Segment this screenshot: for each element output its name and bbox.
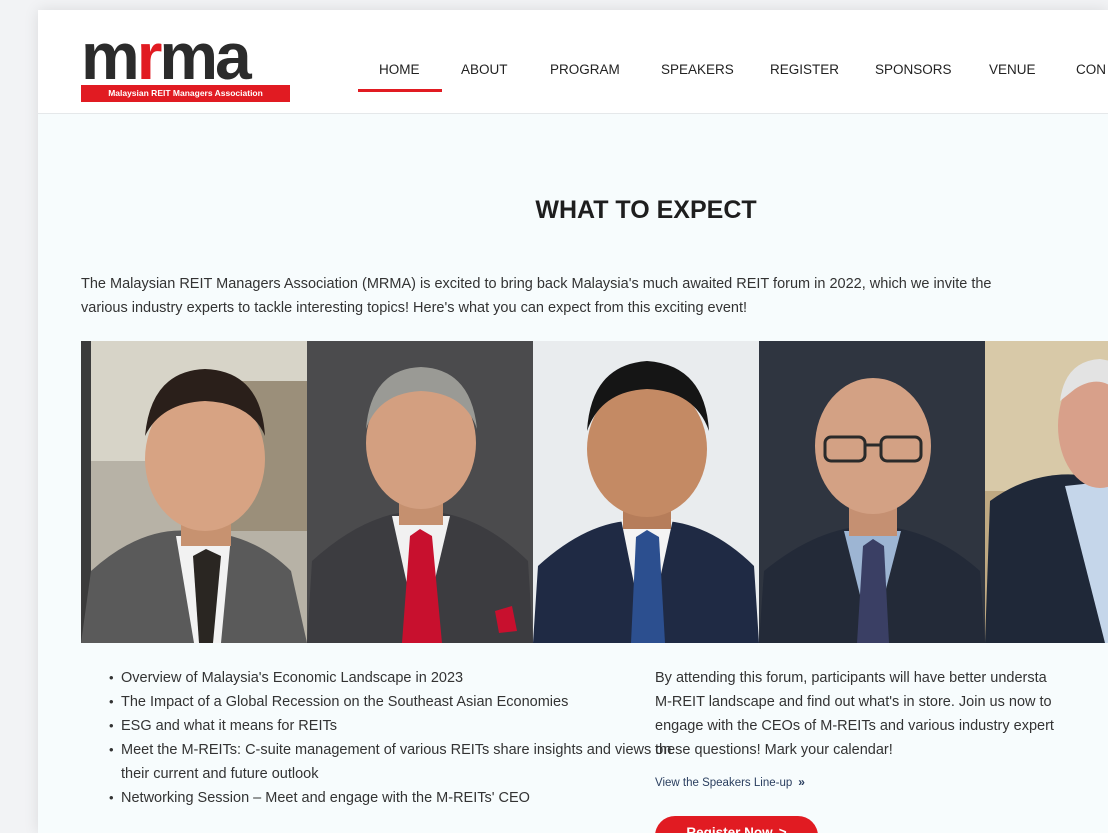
nav-home[interactable]: HOME — [379, 62, 420, 77]
nav-venue[interactable]: VENUE — [989, 62, 1036, 77]
speaker-photo-2 — [307, 341, 533, 643]
intro-line-2: various industry experts to tackle inter… — [81, 300, 748, 316]
nav-about[interactable]: ABOUT — [461, 62, 508, 77]
nav-speakers[interactable]: SPEAKERS — [661, 62, 734, 77]
nav-sponsors[interactable]: SPONSORS — [875, 62, 952, 77]
list-item: Networking Session – Meet and engage wit… — [109, 786, 681, 810]
expectations-list: Overview of Malaysia's Economic Landscap… — [101, 666, 681, 810]
speaker-photo-strip — [81, 341, 1108, 643]
description-line-2: M-REIT landscape and find out what's in … — [655, 694, 1052, 710]
description-line-4: these questions! Mark your calendar! — [655, 742, 893, 758]
nav-register[interactable]: REGISTER — [770, 62, 839, 77]
description-line-1: By attending this forum, participants wi… — [655, 670, 1047, 686]
nav-active-indicator — [358, 89, 442, 92]
speaker-photo-5 — [985, 341, 1108, 643]
speaker-photo-3 — [533, 341, 759, 643]
site-header: mrma Malaysian REIT Managers Association… — [38, 10, 1108, 114]
section-heading: WHAT TO EXPECT — [535, 196, 757, 224]
page-card: mrma Malaysian REIT Managers Association… — [38, 10, 1108, 833]
logo-tagline: Malaysian REIT Managers Association — [81, 85, 290, 102]
list-item: The Impact of a Global Recession on the … — [109, 690, 681, 714]
register-now-button[interactable]: Register Now > — [655, 816, 818, 833]
description-line-3: engage with the CEOs of M-REITs and vari… — [655, 718, 1054, 734]
register-now-label: Register Now — [686, 825, 773, 833]
mrma-logo[interactable]: mrma Malaysian REIT Managers Association — [81, 19, 292, 102]
list-item: ESG and what it means for REITs — [109, 714, 681, 738]
speaker-photo-1 — [81, 341, 307, 643]
list-item: Overview of Malaysia's Economic Landscap… — [109, 666, 681, 690]
list-item: Meet the M-REITs: C-suite management of … — [109, 738, 681, 786]
nav-contact[interactable]: CON — [1076, 62, 1106, 77]
double-chevron-right-icon: » — [798, 775, 805, 789]
logo-wordmark: mrma — [81, 19, 252, 93]
chevron-right-icon: > — [778, 825, 787, 833]
forum-description: By attending this forum, participants wi… — [655, 666, 1108, 762]
view-speakers-link[interactable]: View the Speakers Line-up » — [655, 775, 805, 789]
intro-line-1: The Malaysian REIT Managers Association … — [81, 276, 992, 292]
view-speakers-label: View the Speakers Line-up — [655, 777, 793, 789]
intro-paragraph: The Malaysian REIT Managers Association … — [81, 272, 1108, 320]
speaker-photo-4 — [759, 341, 985, 643]
nav-program[interactable]: PROGRAM — [550, 62, 620, 77]
